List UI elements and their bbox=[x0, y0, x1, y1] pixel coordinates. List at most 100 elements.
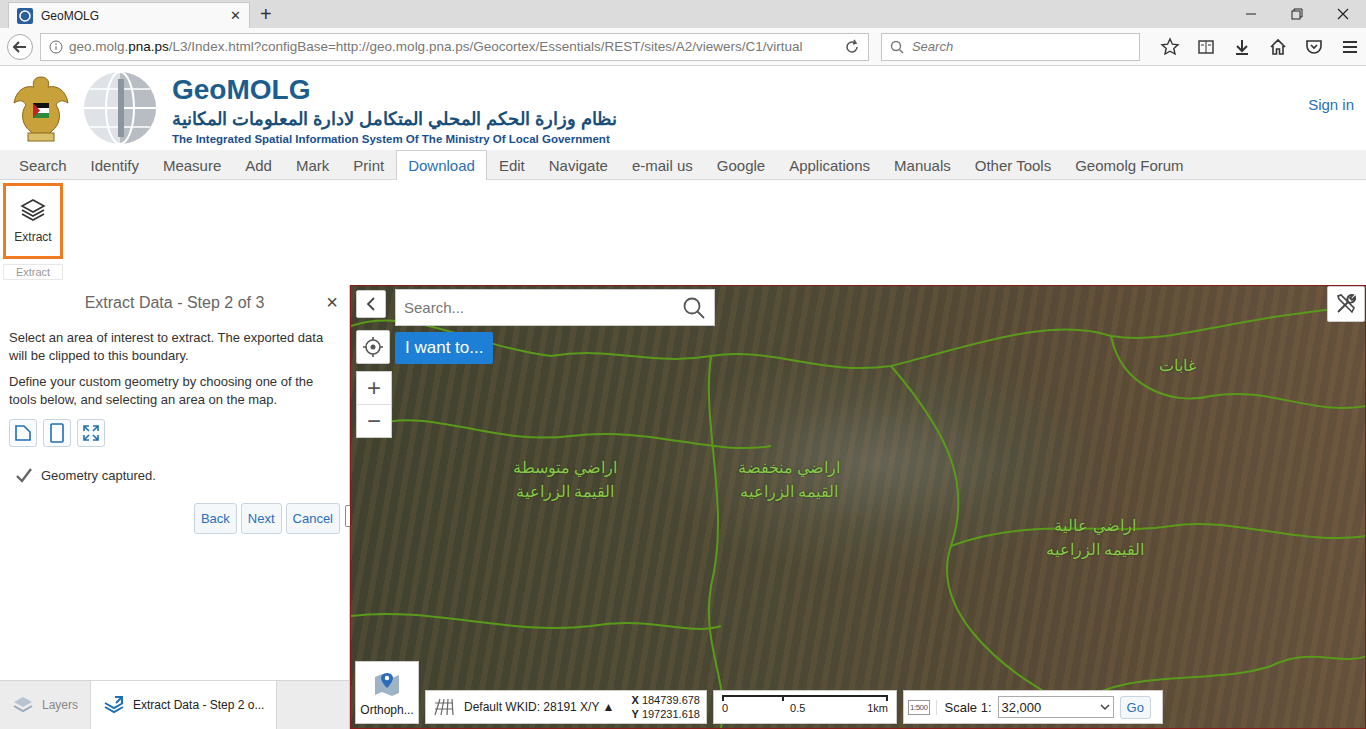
map-tools-button[interactable] bbox=[1327, 286, 1365, 322]
instruction-text: Define your custom geometry by choosing … bbox=[9, 373, 340, 409]
menu-tab[interactable]: Edit bbox=[487, 150, 537, 179]
navigation-bar: geo.molg.pna.ps/L3/Index.html?configBase… bbox=[0, 28, 1366, 66]
zoom-out-button[interactable]: − bbox=[357, 404, 391, 437]
home-icon[interactable] bbox=[1268, 37, 1288, 57]
address-bar[interactable]: geo.molg.pna.ps/L3/Index.html?configBase… bbox=[40, 33, 869, 61]
panel-close-button[interactable]: × bbox=[326, 292, 338, 312]
dropdown-arrow-icon bbox=[1097, 697, 1113, 717]
tool-group: Extract Extract bbox=[3, 183, 63, 280]
menu-tab[interactable]: Search bbox=[7, 150, 79, 179]
scale-tick: 0 bbox=[722, 701, 728, 715]
scale-tick: 1km bbox=[867, 701, 888, 715]
scale-select[interactable]: 32,000 bbox=[998, 696, 1114, 718]
polygon-icon bbox=[14, 424, 32, 442]
map-label: اراضي متوسطة القيمة الزراعية bbox=[509, 456, 621, 504]
scale-tick: 0.5 bbox=[790, 701, 805, 715]
globe-logo-icon bbox=[80, 69, 160, 147]
locate-button[interactable] bbox=[356, 330, 390, 364]
extent-tool-button[interactable] bbox=[77, 419, 105, 447]
tab-title: GeoMOLG bbox=[41, 9, 222, 23]
close-window-icon[interactable] bbox=[1320, 0, 1366, 28]
magnifier-icon bbox=[890, 40, 904, 54]
info-icon bbox=[49, 40, 63, 54]
menu-tab[interactable]: Add bbox=[233, 150, 284, 179]
polygon-tool-button[interactable] bbox=[9, 419, 37, 447]
browser-window: GeoMOLG ✕ + geo.molg.pna.ps/L3/Index.html?c… bbox=[0, 0, 1366, 729]
wkid-selector[interactable]: Default WKID: 28191 X/Y ▲ bbox=[464, 700, 623, 714]
wizard-button[interactable]: Next bbox=[241, 503, 282, 534]
rectangle-icon bbox=[48, 423, 66, 443]
wizard-button[interactable]: Back bbox=[194, 503, 237, 534]
hamburger-menu-icon[interactable] bbox=[1340, 37, 1360, 57]
url-text: geo.molg.pna.ps/L3/Index.html?configBase… bbox=[69, 39, 838, 54]
scale-input-box: 1:500Scale 1:32,000Go bbox=[903, 690, 1163, 724]
site-title-arabic: نظام وزارة الحكم المحلي المتكامل لادارة … bbox=[172, 108, 617, 130]
menu-tab[interactable]: Applications bbox=[777, 150, 882, 179]
geometry-tools bbox=[9, 419, 340, 447]
basemap-button[interactable]: Orthoph... bbox=[355, 661, 419, 724]
menu-tab[interactable]: Google bbox=[705, 150, 777, 179]
map-status-bar: Orthoph... Default WKID: 28191 X/Y ▲ X 184… bbox=[355, 661, 1163, 724]
collapse-panel-button[interactable] bbox=[356, 290, 386, 318]
status-text: Geometry captured. bbox=[41, 468, 156, 483]
menu-tab[interactable]: Download bbox=[396, 150, 487, 180]
instruction-text: Select an area of interest to extract. T… bbox=[9, 329, 340, 365]
browser-tab[interactable]: GeoMOLG ✕ bbox=[8, 2, 250, 28]
panel-tabs: Layers Extract Data - Step 2 o... bbox=[0, 680, 349, 729]
minimize-icon[interactable] bbox=[1228, 0, 1274, 28]
go-button[interactable]: Go bbox=[1120, 696, 1151, 719]
menu-tab[interactable]: Other Tools bbox=[963, 150, 1063, 179]
menu-tab[interactable]: Identify bbox=[79, 150, 151, 179]
layers-tab-icon bbox=[12, 695, 34, 715]
i-want-to-button[interactable]: I want to... bbox=[395, 332, 493, 364]
extract-button[interactable]: Extract bbox=[3, 183, 63, 259]
restore-icon[interactable] bbox=[1274, 0, 1320, 28]
star-icon[interactable] bbox=[1160, 37, 1180, 57]
panel-header: Extract Data - Step 2 of 3 × bbox=[9, 285, 340, 321]
extract-tab-icon bbox=[103, 695, 125, 715]
menu-tab[interactable]: Geomolg Forum bbox=[1063, 150, 1195, 179]
menu-tab[interactable]: Print bbox=[341, 150, 396, 179]
map-search-field[interactable]: Search... bbox=[395, 289, 715, 326]
tab-close-button[interactable]: ✕ bbox=[230, 8, 241, 23]
reload-icon[interactable] bbox=[844, 39, 860, 55]
back-arrow-icon[interactable] bbox=[6, 33, 34, 61]
panel-title: Extract Data - Step 2 of 3 bbox=[85, 294, 265, 312]
menu-tab[interactable]: e-mail us bbox=[620, 150, 705, 179]
scale-bar: 0 0.5 1km bbox=[713, 690, 897, 724]
site-header: GeoMOLGنظام وزارة الحكم المحلي المتكامل … bbox=[0, 66, 1366, 150]
browser-search-field[interactable]: Search bbox=[881, 33, 1140, 61]
crosshair-icon bbox=[362, 336, 384, 358]
menu-tab[interactable]: Manuals bbox=[882, 150, 963, 179]
menu-tab[interactable]: Measure bbox=[151, 150, 233, 179]
site-favicon-icon bbox=[17, 8, 33, 24]
sign-in-link[interactable]: Sign in bbox=[1308, 96, 1354, 113]
x-value: 184739.678 bbox=[642, 694, 700, 706]
wrench-screwdriver-icon bbox=[1334, 292, 1358, 316]
magnifier-icon[interactable] bbox=[682, 296, 706, 320]
grid-projection-icon bbox=[432, 695, 456, 719]
zoom-in-button[interactable]: + bbox=[357, 372, 391, 404]
x-label: X bbox=[631, 694, 638, 706]
palestine-eagle-emblem-icon bbox=[10, 69, 72, 147]
extract-button-label: Extract bbox=[14, 230, 51, 244]
reading-list-icon[interactable] bbox=[1196, 37, 1216, 57]
panel-tab[interactable]: Extract Data - Step 2 o... bbox=[90, 681, 277, 729]
new-tab-button[interactable]: + bbox=[250, 2, 282, 28]
menu-tab[interactable]: Mark bbox=[284, 150, 341, 179]
wizard-button[interactable]: Cancel bbox=[286, 503, 340, 534]
tab-strip: GeoMOLG ✕ + bbox=[0, 0, 1366, 28]
search-placeholder: Search bbox=[912, 39, 953, 54]
panel-tab-label: Layers bbox=[42, 698, 78, 712]
pocket-icon[interactable] bbox=[1304, 37, 1324, 57]
geometry-status: Geometry captured. bbox=[15, 467, 340, 483]
map-view[interactable]: غاباتاراضي متوسطة القيمة الزراعيةاراضي م… bbox=[350, 285, 1366, 729]
scale-label: Scale 1: bbox=[936, 700, 992, 715]
menu-tab[interactable]: Navigate bbox=[537, 150, 620, 179]
extract-panel: Extract Data - Step 2 of 3 × Select an are… bbox=[0, 285, 349, 729]
rectangle-tool-button[interactable] bbox=[43, 419, 71, 447]
map-label: اراضي عالية القيمه الزراعيه bbox=[1039, 514, 1151, 562]
download-icon[interactable] bbox=[1232, 37, 1252, 57]
panel-tab[interactable]: Layers bbox=[0, 681, 90, 729]
group-label: Extract bbox=[3, 264, 63, 280]
